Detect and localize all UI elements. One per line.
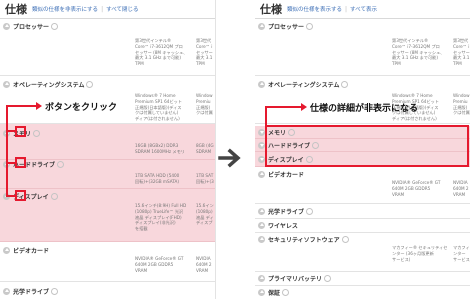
help-icon[interactable] <box>306 22 314 30</box>
annotation-connector <box>265 106 267 125</box>
collapse-toggle-icon[interactable] <box>3 22 10 30</box>
spec-title: 仕様 <box>260 3 282 16</box>
help-icon[interactable] <box>51 22 59 30</box>
spec-value: 1TB SAT 回転)+(3 <box>196 173 214 184</box>
show-all-link[interactable]: すべて表示 <box>350 5 377 13</box>
spec-row-optical: 光学ドライブ <box>255 205 470 219</box>
spec-header: 仕様 類似の仕様を表示する | すべて表示 <box>255 0 470 19</box>
spec-label: プロセッサー <box>13 23 50 31</box>
hide-similar-specs-link[interactable]: 類似の仕様を非表示にする <box>32 5 98 13</box>
spec-value: マカフィ ンター サービス <box>453 245 470 262</box>
spec-value: Windows® 7 Home Premium SP1 64ビット 正規版(日本… <box>135 93 183 122</box>
help-icon[interactable] <box>324 274 332 282</box>
spec-value: NVIDIA 640M 2 VRAM <box>453 180 469 197</box>
help-icon[interactable] <box>51 287 59 295</box>
spec-value: 8GB (4G SDRAM <box>196 143 214 154</box>
spec-value: 第3世代インテル® Core™ i7-3612QM プロ セッサー (8M キャ… <box>392 38 445 67</box>
annotation-click-button: ボタンをクリック <box>45 103 118 113</box>
spec-value: マカフィー® セキュリティセ ンター (36ヶ月版更新 サービス) <box>392 245 448 262</box>
expand-toggle-icon[interactable] <box>258 155 265 163</box>
annotation-connector <box>6 105 36 107</box>
help-icon[interactable] <box>33 129 41 137</box>
spec-value: 第3世代 Core™ i セッサー 最大 3.1 TPM <box>453 38 470 67</box>
annotation-connector <box>6 130 15 132</box>
annotation-arrow-icon <box>301 103 307 111</box>
spec-label: 保証 <box>268 289 281 297</box>
help-icon[interactable] <box>86 80 94 88</box>
spec-row-processor: プロセッサー 第3世代インテル® Core™ i7-3612QM プロ セッサー… <box>255 20 470 76</box>
annotation-connector <box>6 162 15 164</box>
expand-toggle-icon[interactable] <box>258 128 265 136</box>
collapse-toggle-icon[interactable] <box>258 221 265 229</box>
spec-label: ワイヤレス <box>268 222 298 230</box>
annotation-arrow-icon <box>36 102 42 110</box>
help-icon[interactable] <box>282 288 290 296</box>
collapse-toggle-icon[interactable] <box>258 170 265 178</box>
help-icon[interactable] <box>341 235 349 243</box>
spec-value: 1TB SATA HDD (5400 回転)+(32GB mSATA) <box>135 173 180 184</box>
spec-value: NVIDIA 640M 2 VRAM <box>196 256 212 273</box>
spec-row-wireless: ワイヤレス <box>255 219 470 233</box>
header-separator: | <box>101 5 104 13</box>
spec-row-warranty: 保証 <box>255 286 470 299</box>
spec-value: 16GB (8GBx2) DDR3 SDRAM 1600MHz メモリ <box>135 143 185 154</box>
spec-header: 仕様 類似の仕様を非表示にする | すべて閉じる <box>0 0 215 19</box>
highlight-box-harddrive-toggle <box>15 157 26 168</box>
spec-label: 光学ドライブ <box>13 288 50 296</box>
annotation-connector <box>265 106 301 108</box>
spec-label: プライマリバッテリ <box>268 275 323 283</box>
spec-label: オペレーティングシステム <box>268 81 340 89</box>
spec-label: オペレーティングシステム <box>13 81 85 89</box>
spec-label: ビデオカード <box>13 247 50 255</box>
spec-row-videocard: ビデオカード NVIDIA® GeForce® GT 640M 2GB GDDR… <box>255 167 470 204</box>
collapse-toggle-icon[interactable] <box>3 80 10 88</box>
help-icon[interactable] <box>306 207 314 215</box>
help-icon[interactable] <box>341 80 349 88</box>
spec-value: Window Premiu 正規版( クは付属 <box>453 93 470 116</box>
spec-panel-after: 仕様 類似の仕様を表示する | すべて表示 プロセッサー 第3世代インテル® C… <box>255 0 470 299</box>
collapse-toggle-icon[interactable] <box>258 22 265 30</box>
spec-panel-before: 仕様 類似の仕様を非表示にする | すべて閉じる プロセッサー 第3世代インテル… <box>0 0 216 299</box>
spec-label: ビデオカード <box>268 171 305 179</box>
spec-value: 15.6インチ(8:9H) Full HD (1080p) TrueLife™ … <box>135 203 187 232</box>
spec-row-optical: 光学ドライブ <box>0 283 215 299</box>
collapse-toggle-icon[interactable] <box>258 274 265 282</box>
spec-row-videocard: ビデオカード NVIDIA® GeForce® GT 640M 2GB GDDR… <box>0 243 215 282</box>
help-icon[interactable] <box>50 192 58 200</box>
collapse-all-link[interactable]: すべて閉じる <box>106 5 138 13</box>
spec-label: セキュリティソフトウェア <box>268 236 340 244</box>
header-separator: | <box>345 5 348 13</box>
highlight-box-collapsed-rows <box>265 125 469 167</box>
collapse-toggle-icon[interactable] <box>3 246 10 254</box>
spec-value: NVIDIA® GeForce® GT 640M 2GB GDDR5 VRAM <box>135 256 184 273</box>
spec-value: 第3世代インテル® Core™ i7-3612QM プロ セッサー (8M キャ… <box>135 38 188 67</box>
spec-row-harddrive: ハードドライブ 1TB SATA HDD (5400 回転)+(32GB mSA… <box>0 160 215 189</box>
spec-value: 15.6イン (1080p) 液晶 ディ ディスプ <box>196 203 214 226</box>
highlight-box-memory-toggle <box>15 126 26 137</box>
help-icon[interactable] <box>57 160 65 168</box>
collapse-toggle-icon[interactable] <box>3 287 10 295</box>
spec-label: 光学ドライブ <box>268 208 305 216</box>
collapse-toggle-icon[interactable] <box>258 207 265 215</box>
spec-value: Window Premiu 正規版( クは付属 <box>196 93 213 116</box>
spec-label: プロセッサー <box>268 23 305 31</box>
spec-value: NVIDIA® GeForce® GT 640M 2GB GDDR5 VRAM <box>392 180 441 197</box>
show-similar-specs-link[interactable]: 類似の仕様を表示する <box>287 5 342 13</box>
collapse-toggle-icon[interactable] <box>258 235 265 243</box>
collapse-toggle-icon[interactable] <box>258 80 265 88</box>
expand-toggle-icon[interactable] <box>258 141 265 149</box>
annotation-specs-hidden: 仕様の詳細が非表示になる <box>310 104 419 114</box>
collapse-toggle-icon[interactable] <box>258 288 265 296</box>
spec-value: 第3世代 Core™ i セッサー 最大 3.1 TPM <box>196 38 213 67</box>
annotation-connector <box>6 195 15 197</box>
highlight-box-display-toggle <box>15 190 26 201</box>
annotation-connector <box>6 105 8 196</box>
spec-row-display: ディスプレイ 15.6インチ(8:9H) Full HD (1080p) Tru… <box>0 189 215 242</box>
spec-row-memory: メモリ 16GB (8GBx2) DDR3 SDRAM 1600MHz メモリ … <box>0 124 215 160</box>
spec-title: 仕様 <box>5 3 27 16</box>
spec-row-processor: プロセッサー 第3世代インテル® Core™ i7-3612QM プロ セッサー… <box>0 20 215 76</box>
transition-arrow-icon <box>218 148 241 168</box>
spec-row-security: セキュリティソフトウェア マカフィー® セキュリティセ ンター (36ヶ月版更新… <box>255 233 470 272</box>
spec-row-battery: プライマリバッテリ <box>255 272 470 286</box>
